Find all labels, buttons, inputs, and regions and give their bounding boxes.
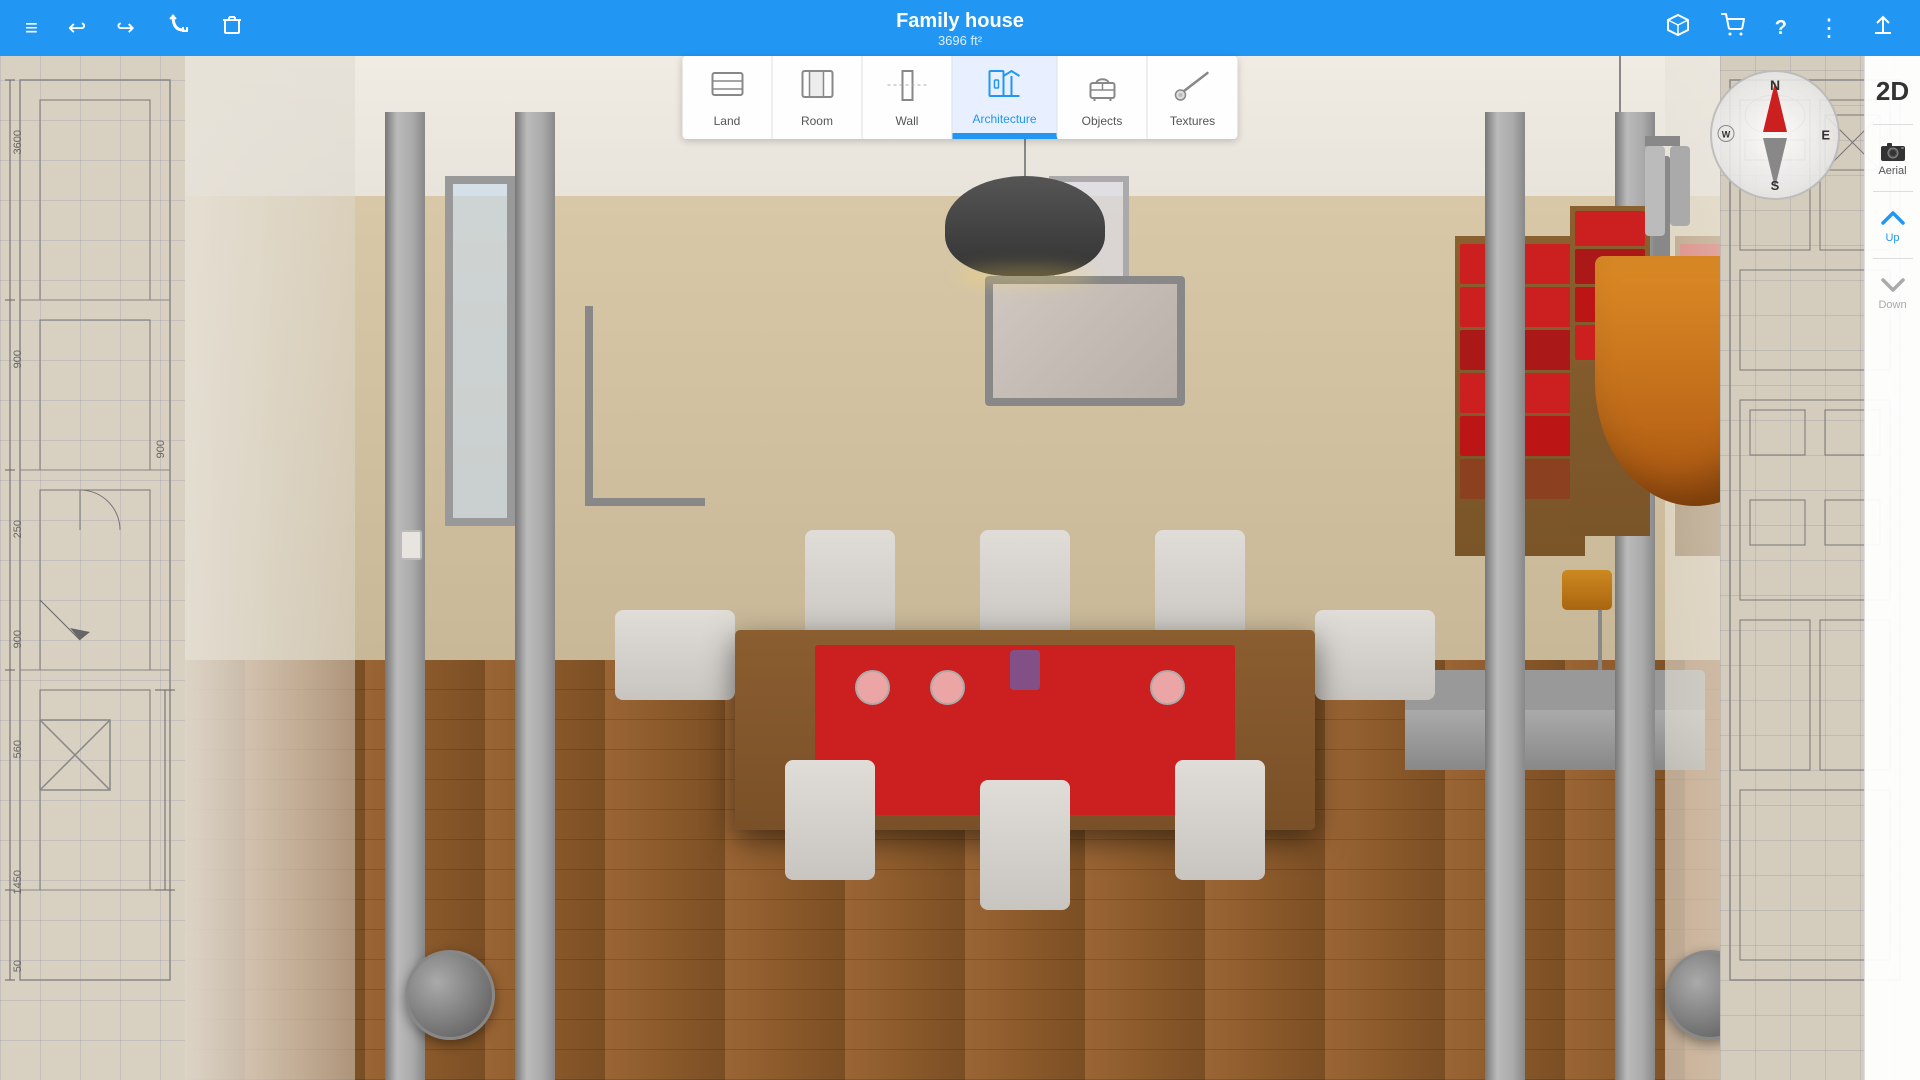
btn-up[interactable]: Up: [1868, 200, 1918, 250]
app-title: Family house: [320, 9, 1600, 33]
btn-down[interactable]: Down: [1868, 267, 1918, 317]
help-icon[interactable]: ?: [1770, 12, 1792, 45]
header-right-controls: ? ⋮: [1600, 7, 1900, 49]
magnet-icon[interactable]: [160, 7, 196, 50]
toolbar-item-objects[interactable]: Objects: [1058, 56, 1148, 139]
room-icon: [797, 68, 837, 110]
undo-icon[interactable]: ↩: [63, 10, 91, 46]
wall-tv: [985, 276, 1185, 406]
window-left: [445, 176, 515, 526]
compass-east-label: E: [1821, 128, 1830, 143]
scale-50: 50: [12, 960, 24, 972]
clothes-rack-bar: [1645, 136, 1680, 146]
more-options-icon[interactable]: ⋮: [1812, 9, 1846, 48]
light-switch: [400, 530, 422, 560]
scale-250: 250: [12, 520, 24, 538]
toolbar-item-room[interactable]: Room: [772, 56, 862, 139]
redo-icon[interactable]: ↪: [111, 10, 139, 46]
textures-label: Textures: [1170, 114, 1215, 128]
down-label: Down: [1878, 299, 1906, 311]
scale-560: 560: [12, 740, 24, 758]
pillar-left-2: [515, 112, 555, 1080]
chair-bottom-center: [980, 780, 1070, 910]
camera-icon: [1879, 140, 1907, 165]
menu-icon[interactable]: ≡: [20, 10, 43, 46]
land-label: Land: [714, 114, 741, 128]
chevron-up-icon: [1879, 207, 1907, 232]
land-icon: [707, 68, 747, 110]
header-bar: ≡ ↩ ↪ Family house 3696 ft²: [0, 0, 1920, 56]
textures-icon: [1173, 68, 1213, 110]
joystick-left[interactable]: [405, 950, 495, 1040]
stair-rail: [585, 306, 705, 506]
header-center: Family house 3696 ft²: [320, 9, 1600, 48]
toolbar-item-wall[interactable]: Wall: [862, 56, 952, 139]
scale-1450: 1450: [12, 870, 24, 894]
2d-label: 2D: [1876, 76, 1909, 107]
toolbar-item-architecture[interactable]: Architecture: [952, 56, 1057, 139]
compass: N S E W: [1710, 70, 1840, 200]
panel-divider-1: [1873, 124, 1913, 125]
chair-bottom-right: [1175, 760, 1265, 880]
room-label: Room: [801, 114, 833, 128]
aerial-label: Aerial: [1878, 165, 1906, 177]
chair-side-left: [615, 610, 735, 700]
right-panel: 2D Aerial Up: [1864, 56, 1920, 1080]
app-subtitle: 3696 ft²: [320, 33, 1600, 48]
cube-3d-icon[interactable]: [1660, 7, 1696, 49]
compass-circle: N S E W: [1710, 70, 1840, 200]
architecture-label: Architecture: [972, 112, 1036, 126]
architecture-icon: [985, 66, 1025, 108]
sofa: [1405, 670, 1705, 770]
header-left-controls: ≡ ↩ ↪: [20, 7, 320, 50]
cart-icon[interactable]: [1716, 8, 1750, 48]
btn-2d[interactable]: 2D: [1868, 66, 1918, 116]
compass-north-label: N: [1770, 77, 1780, 93]
objects-label: Objects: [1082, 114, 1123, 128]
compass-west-label: W: [1717, 125, 1735, 146]
pillar-right-2: [1485, 112, 1525, 1080]
curtain-left: [185, 56, 355, 1080]
toolbar: Land Room Wall: [682, 56, 1237, 139]
chair-side-right: [1315, 610, 1435, 700]
scale-900-1: 900: [12, 350, 24, 368]
trash-icon[interactable]: [216, 9, 248, 47]
toolbar-item-textures[interactable]: Textures: [1148, 56, 1238, 139]
scale-900-3: 900: [155, 440, 167, 458]
panel-divider-2: [1873, 191, 1913, 192]
chair-bottom-left: [785, 760, 875, 880]
scale-900-2: 900: [12, 630, 24, 648]
objects-icon: [1082, 68, 1122, 110]
wall-label: Wall: [896, 114, 919, 128]
svg-text:W: W: [1722, 130, 1731, 140]
wall-icon: [887, 68, 927, 110]
compass-south-label: S: [1771, 178, 1780, 193]
expand-icon[interactable]: [1866, 8, 1900, 48]
main-3d-view[interactable]: [185, 56, 1865, 1080]
chevron-down-icon: [1879, 274, 1907, 299]
scale-3600-1: 3600: [12, 130, 24, 154]
pillar-left-1: [385, 112, 425, 1080]
left-sidebar: 3600 900 250 900 560 1450 50 900: [0, 0, 185, 1080]
hanging-item-1: [1670, 146, 1690, 226]
hanging-item-2: [1645, 146, 1665, 236]
toolbar-item-land[interactable]: Land: [682, 56, 772, 139]
up-label: Up: [1885, 232, 1899, 244]
btn-aerial[interactable]: Aerial: [1868, 133, 1918, 183]
panel-divider-3: [1873, 258, 1913, 259]
